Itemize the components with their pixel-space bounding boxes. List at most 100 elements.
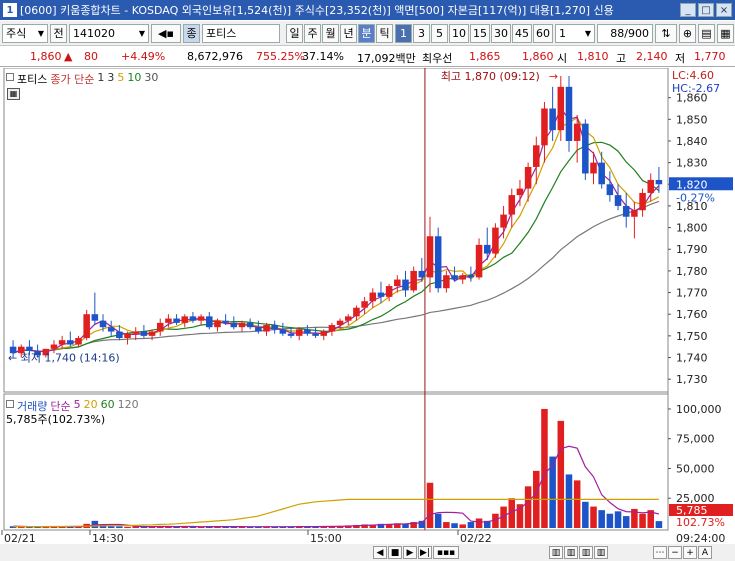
scroll-handle[interactable]: ▪▪▪ bbox=[433, 546, 459, 559]
indicator-icon[interactable]: ⊕ bbox=[679, 23, 696, 43]
quote-bar: 1,860 ▲ 80 +4.49% 8,672,976 755.25% 37.1… bbox=[0, 47, 735, 67]
toolbar: 주식 ▼ 전 141020 ▼ ◀▪ 종 포티스 일주월년분틱 1 3 5 10 15 30 4… bbox=[0, 21, 735, 46]
price-panel-name: 포티스 bbox=[17, 73, 48, 86]
volume-tick-label: 50,000 bbox=[676, 462, 715, 475]
candle-body bbox=[295, 329, 303, 336]
period-button-0[interactable]: 일 bbox=[286, 23, 303, 43]
zoom-in-icon[interactable]: + bbox=[683, 546, 697, 559]
candle-body bbox=[614, 195, 622, 206]
volume-bar bbox=[606, 513, 614, 528]
candle-body bbox=[369, 292, 377, 302]
ma-period-1: 1 bbox=[97, 71, 105, 84]
zoom-bar-icon[interactable]: ▥ bbox=[549, 546, 563, 559]
zoom-bar2-icon[interactable]: ▥ bbox=[564, 546, 578, 559]
unit-select-value: 1 bbox=[559, 26, 566, 40]
price-change: 80 bbox=[84, 50, 98, 63]
candle-body bbox=[492, 227, 499, 254]
period-mode-button[interactable]: 전 bbox=[50, 23, 67, 43]
volume-tick-label: 100,000 bbox=[676, 403, 722, 416]
candle-body bbox=[320, 331, 328, 336]
priority-label: 최우선 bbox=[422, 52, 453, 65]
minute-button-15[interactable]: 15 bbox=[470, 23, 490, 43]
scroll-right-icon[interactable]: ▶ bbox=[403, 546, 417, 559]
candle-body bbox=[99, 320, 107, 328]
minute-button-10[interactable]: 10 bbox=[449, 23, 469, 43]
price-tick-label: 1,830 bbox=[676, 157, 708, 170]
minute-button-45[interactable]: 45 bbox=[512, 23, 532, 43]
minute-button-60[interactable]: 60 bbox=[533, 23, 553, 43]
volume-bar bbox=[475, 518, 483, 528]
period-button-4[interactable]: 분 bbox=[358, 23, 375, 43]
period-button-1[interactable]: 주 bbox=[304, 23, 321, 43]
settings-icon[interactable]: ▦ bbox=[717, 23, 734, 43]
volume-bar bbox=[516, 504, 524, 528]
volume-bar bbox=[451, 523, 458, 528]
candle-body bbox=[385, 286, 393, 297]
stock-code-input[interactable]: 141020 ▼ bbox=[69, 23, 149, 43]
chevron-down-icon: ▼ bbox=[584, 28, 591, 38]
candle-body bbox=[312, 333, 319, 336]
candle-body bbox=[655, 179, 663, 185]
candle-body bbox=[565, 86, 573, 141]
chart-tools-icon[interactable]: ⇅ bbox=[655, 23, 677, 43]
minimize-button[interactable]: _ bbox=[680, 3, 696, 17]
search-history-button[interactable]: ◀▪ bbox=[151, 23, 181, 43]
chevron-down-icon: ▼ bbox=[37, 28, 44, 38]
data-count-field: 88/900 bbox=[597, 23, 653, 43]
close-button[interactable]: × bbox=[716, 3, 732, 17]
price-tick-label: 1,750 bbox=[676, 330, 708, 343]
auto-fit-icon[interactable]: A bbox=[698, 546, 712, 559]
volume-bar bbox=[467, 522, 475, 528]
period-button-5[interactable]: 틱 bbox=[376, 23, 393, 43]
maximize-button[interactable]: □ bbox=[698, 3, 714, 17]
ma-period-3: 3 bbox=[107, 71, 115, 84]
candle-body bbox=[353, 307, 360, 317]
chart-area[interactable]: 1,8601,8501,8401,8301,8201,8101,8001,790… bbox=[0, 67, 735, 545]
candle-body bbox=[263, 325, 270, 332]
candle-body bbox=[67, 340, 74, 345]
candle-body bbox=[516, 188, 524, 196]
candle-body bbox=[622, 205, 630, 217]
candle-body bbox=[394, 279, 401, 287]
volume-bar bbox=[639, 513, 646, 528]
lc-label: LC:4.60 bbox=[672, 69, 714, 82]
scroll-left-icon[interactable]: ◀ bbox=[373, 546, 387, 559]
candle-body bbox=[434, 236, 442, 289]
candle-body bbox=[443, 275, 450, 289]
candle-body bbox=[140, 331, 148, 336]
volume-bar bbox=[622, 516, 630, 528]
chevron-down-icon: ▼ bbox=[138, 28, 145, 38]
volume-bar bbox=[443, 522, 450, 528]
save-icon[interactable]: ▤ bbox=[698, 23, 715, 43]
up-arrow-icon: ▲ bbox=[64, 50, 73, 63]
scroll-stop-icon[interactable]: ■ bbox=[388, 546, 402, 559]
candle-body bbox=[541, 108, 548, 146]
minute-button-5[interactable]: 5 bbox=[431, 23, 448, 43]
zoom-bar3-icon[interactable]: ▥ bbox=[579, 546, 593, 559]
high-label: 고 bbox=[616, 52, 627, 65]
zoom-out-icon[interactable]: − bbox=[668, 546, 682, 559]
stock-type-icon: 종 bbox=[183, 23, 200, 43]
volume-bar bbox=[655, 521, 663, 528]
candle-body bbox=[91, 314, 99, 321]
candle-body bbox=[173, 318, 180, 323]
scroll-end-icon[interactable]: ▶| bbox=[418, 546, 432, 559]
minute-button-3[interactable]: 3 bbox=[413, 23, 430, 43]
minute-button-1[interactable]: 1 bbox=[395, 23, 412, 43]
candle-body bbox=[451, 275, 458, 280]
candle-body bbox=[377, 292, 385, 297]
low-label: 저 bbox=[675, 52, 686, 65]
calendar-icon[interactable]: ▦ bbox=[7, 88, 20, 100]
market-select[interactable]: 주식 ▼ bbox=[2, 23, 48, 43]
unit-select[interactable]: 1 ▼ bbox=[555, 23, 595, 43]
volume-bar bbox=[116, 526, 123, 528]
candle-body bbox=[238, 322, 246, 328]
window-title: [0600] 키움종합차트 - KOSDAQ 외국인보유[1,524(천)] 주… bbox=[20, 4, 614, 17]
chart-svg[interactable]: 1,8601,8501,8401,8301,8201,8101,8001,790… bbox=[0, 67, 735, 545]
minute-button-30[interactable]: 30 bbox=[491, 23, 511, 43]
zoom-bar4-icon[interactable]: ▥ bbox=[594, 546, 608, 559]
period-button-3[interactable]: 년 bbox=[340, 23, 357, 43]
more-icon[interactable]: ⋯ bbox=[653, 546, 667, 559]
period-button-2[interactable]: 월 bbox=[322, 23, 339, 43]
candle-body bbox=[410, 270, 417, 291]
